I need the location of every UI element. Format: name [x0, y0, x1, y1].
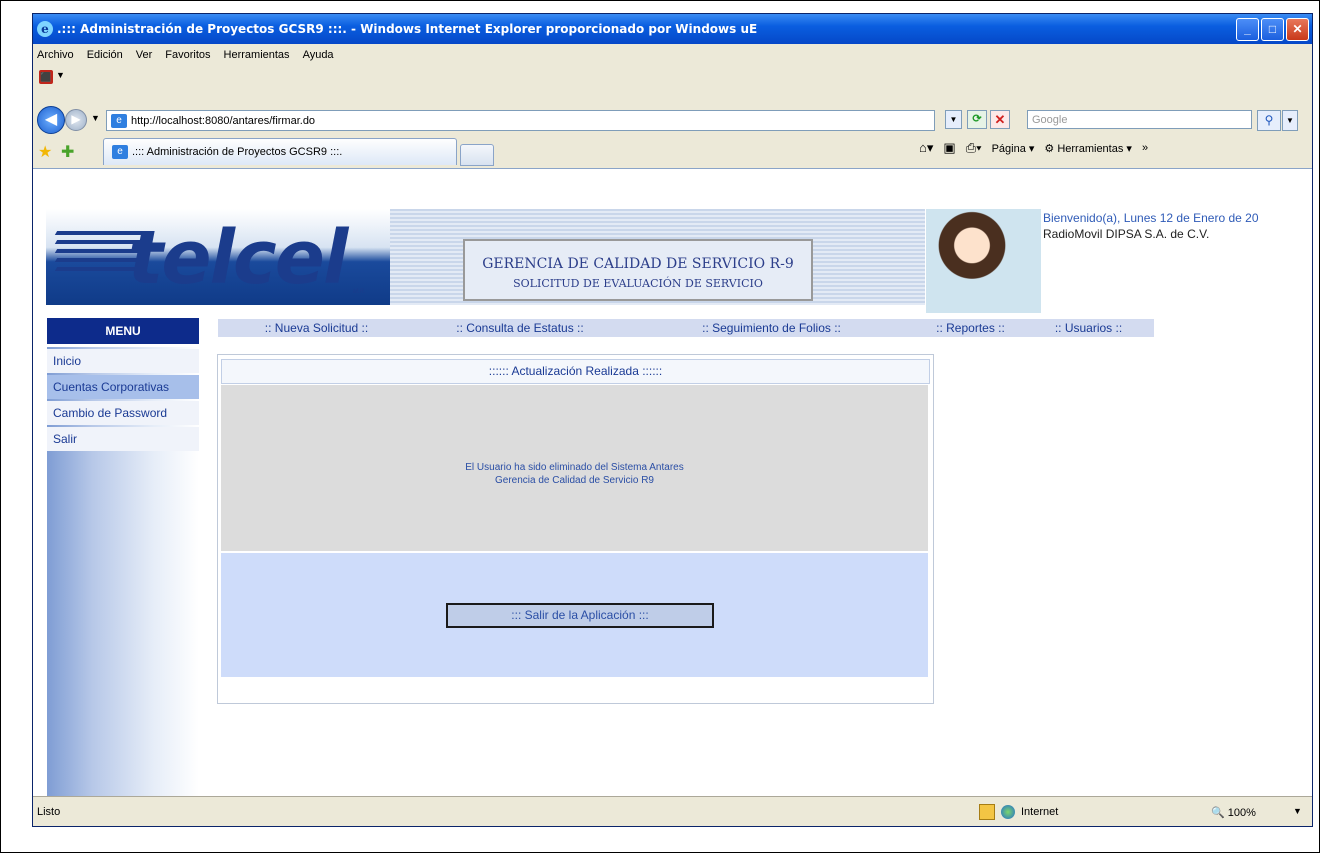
refresh-button[interactable]: ⟳ — [967, 110, 987, 129]
menu-ayuda[interactable]: Ayuda — [303, 49, 334, 61]
forward-button[interactable]: ▶ — [65, 109, 87, 131]
telcel-logo: telcel M.R. — [46, 209, 390, 305]
menu-herramientas[interactable]: Herramientas — [224, 49, 290, 61]
zoom-value: 100% — [1227, 807, 1256, 819]
menu-edicion[interactable]: Edición — [87, 49, 123, 61]
close-button[interactable]: ✕ — [1286, 18, 1309, 41]
menu-ver[interactable]: Ver — [136, 49, 153, 61]
search-input[interactable]: Google — [1027, 110, 1252, 129]
page-content: telcel M.R. GERENCIA DE CALIDAD DE SERVI… — [33, 168, 1312, 797]
result-panel: :::::: Actualización Realizada :::::: El… — [217, 354, 934, 704]
exit-application-button[interactable]: ::: Salir de la Aplicación ::: — [446, 603, 714, 628]
page-icon: e — [111, 113, 127, 128]
command-bar: ⌂▾ ▣ ⎙▾ Página ▾ ⚙ Herramientas ▾ » — [919, 140, 1148, 156]
addon-toolbar: ⬛ ▼ — [33, 66, 1312, 90]
tools-menu[interactable]: ⚙ Herramientas ▾ — [1044, 142, 1132, 155]
window-title: .::: Administración de Proyectos GCSR9 :… — [57, 22, 758, 36]
maximize-button[interactable]: □ — [1261, 18, 1284, 41]
menu-bar: Archivo Edición Ver Favoritos Herramient… — [33, 44, 1312, 66]
zoom-dropdown-icon[interactable]: ▼ — [1293, 806, 1302, 816]
banner-title-box: GERENCIA DE CALIDAD DE SERVICIO R-9 SOLI… — [463, 239, 813, 301]
panel-title: :::::: Actualización Realizada :::::: — [221, 359, 930, 384]
banner-photo — [926, 209, 1041, 313]
minimize-button[interactable]: _ — [1236, 18, 1259, 41]
page-menu[interactable]: Página ▾ — [992, 142, 1035, 155]
message-area: El Usuario ha sido eliminado del Sistema… — [221, 385, 928, 551]
internet-globe-icon — [1001, 805, 1015, 819]
address-url: http://localhost:8080/antares/firmar.do — [131, 114, 316, 127]
address-dropdown-button[interactable]: ▼ — [945, 110, 962, 129]
top-nav: :: Nueva Solicitud :: :: Consulta de Est… — [218, 319, 1154, 337]
print-icon[interactable]: ⎙▾ — [966, 140, 982, 156]
status-bar: Listo Internet 🔍 100% ▼ — [33, 796, 1312, 826]
title-bar: e .::: Administración de Proyectos GCSR9… — [33, 14, 1312, 44]
status-text: Listo — [37, 806, 61, 818]
welcome-text: Bienvenido(a), Lunes 12 de Enero de 20 — [1043, 211, 1259, 225]
home-icon[interactable]: ⌂▾ — [919, 140, 933, 156]
add-favorites-icon[interactable]: ✚ — [61, 142, 74, 162]
nav-seguimiento-folios[interactable]: :: Seguimiento de Folios :: — [625, 319, 918, 337]
panel-footer: ::: Salir de la Aplicación ::: — [221, 553, 928, 677]
sidebar-item-cuentas-corporativas[interactable]: Cuentas Corporativas — [47, 375, 199, 399]
protected-mode-icon — [979, 804, 995, 820]
sidebar-header: MENU — [47, 318, 199, 344]
window-controls: _ □ ✕ — [1236, 18, 1309, 41]
logo-mark: M.R. — [353, 289, 366, 295]
banner-title-line1: GERENCIA DE CALIDAD DE SERVICIO R-9 — [482, 256, 794, 272]
chevron-down-icon[interactable]: ▼ — [56, 70, 65, 80]
zoom-level[interactable]: 🔍 100% — [1211, 806, 1256, 819]
tab-label: .::: Administración de Proyectos GCSR9 :… — [132, 146, 343, 158]
tab-active[interactable]: e .::: Administración de Proyectos GCSR9… — [103, 138, 457, 165]
feeds-icon[interactable]: ▣ — [943, 140, 955, 156]
browser-window: e .::: Administración de Proyectos GCSR9… — [32, 13, 1313, 827]
back-button[interactable]: ◀ — [37, 106, 65, 134]
logo-text: telcel — [128, 215, 348, 301]
page-icon: e — [112, 145, 128, 159]
favorites-star-icon[interactable]: ★ — [38, 142, 52, 162]
tools-menu-label: Herramientas — [1057, 142, 1124, 155]
sidebar-item-salir[interactable]: Salir — [47, 427, 199, 451]
company-text: RadioMovil DIPSA S.A. de C.V. — [1043, 227, 1210, 241]
sidebar-item-inicio[interactable]: Inicio — [47, 349, 199, 373]
menu-archivo[interactable]: Archivo — [37, 49, 74, 61]
menu-favoritos[interactable]: Favoritos — [165, 49, 210, 61]
new-tab-button[interactable] — [460, 144, 494, 166]
message-line2: Gerencia de Calidad de Servicio R9 — [495, 475, 654, 486]
stop-button[interactable]: ✕ — [990, 110, 1010, 129]
address-bar[interactable]: e http://localhost:8080/antares/firmar.d… — [106, 110, 935, 131]
tab-row: ★ ✚ e .::: Administración de Proyectos G… — [33, 134, 1312, 168]
nav-reportes[interactable]: :: Reportes :: — [918, 319, 1023, 337]
zone-label: Internet — [1021, 806, 1059, 818]
page-menu-label: Página — [991, 142, 1026, 155]
search-button[interactable]: ⚲ — [1257, 110, 1281, 131]
ie-logo-icon: e — [37, 21, 53, 37]
search-dropdown-button[interactable]: ▼ — [1282, 110, 1298, 131]
page-banner: telcel M.R. GERENCIA DE CALIDAD DE SERVI… — [33, 199, 1312, 313]
security-zone[interactable]: Internet — [979, 804, 1058, 820]
chevron-more-icon[interactable]: » — [1142, 142, 1148, 154]
sidebar-item-cambio-password[interactable]: Cambio de Password — [47, 401, 199, 425]
message-line1: El Usuario ha sido eliminado del Sistema… — [465, 462, 684, 473]
nav-usuarios[interactable]: :: Usuarios :: — [1023, 319, 1154, 337]
nav-nueva-solicitud[interactable]: :: Nueva Solicitud :: — [218, 319, 415, 337]
nav-consulta-estatus[interactable]: :: Consulta de Estatus :: — [415, 319, 625, 337]
history-dropdown-icon[interactable]: ▼ — [91, 113, 100, 123]
pdf-icon[interactable]: ⬛ — [39, 70, 53, 84]
banner-title-line2: SOLICITUD DE EVALUACIÓN DE SERVICIO — [513, 277, 763, 290]
address-row: ◀ ▶ ▼ e http://localhost:8080/antares/fi… — [33, 106, 1312, 134]
